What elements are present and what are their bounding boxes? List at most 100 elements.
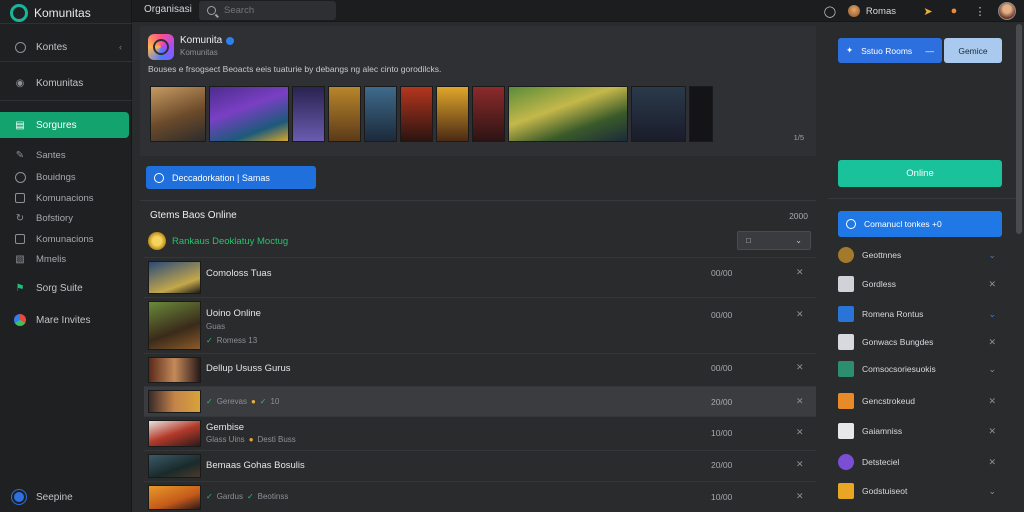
right-item[interactable]: Geottnnes ⌄ (838, 246, 1002, 264)
profile-description: Bouses e frsogsect Beoacts eeis tuaturie… (148, 64, 442, 74)
rooms-button-label: Sstuo Rooms (861, 45, 913, 56)
sidebar-item-sorgures[interactable]: ▤ Sorgures (0, 112, 129, 138)
item-icon (838, 276, 854, 292)
sidebar-subitem-santes[interactable]: ✎ Santes (0, 146, 132, 164)
chevron-down-icon[interactable]: ⌄ (988, 364, 996, 375)
gallery-image[interactable] (631, 86, 686, 142)
chevron-down-icon[interactable]: ⌄ (988, 309, 996, 320)
chevron-down-icon[interactable]: ⌄ (988, 250, 996, 261)
bookmark-icon: ▧ (15, 253, 25, 265)
divider (0, 61, 132, 62)
check-icon: ✓ (206, 492, 213, 501)
close-icon[interactable]: ✕ (988, 426, 996, 437)
sidebar-subitem-komunacions-2[interactable]: Komunacions (0, 230, 132, 248)
gallery-image[interactable] (292, 86, 325, 142)
right-item[interactable]: Godstuiseot ⌄ (838, 482, 1002, 500)
table-row[interactable]: Uoino Online Guas ✓ Romess 13 00/00 ✕ (144, 297, 816, 353)
notification-icon[interactable]: ◯ (822, 5, 838, 18)
close-icon[interactable]: ✕ (988, 457, 996, 468)
sidebar-item-kontes[interactable]: Kontes ‹ (0, 36, 132, 58)
brand-name: Komunitas (34, 6, 91, 20)
row-image (148, 390, 201, 413)
row-title: Gembise (206, 422, 245, 433)
close-icon[interactable]: ✕ (988, 396, 996, 407)
user-menu[interactable]: Romas (847, 5, 896, 17)
rooms-button[interactable]: ✦ Sstuo Rooms — (838, 38, 942, 63)
profile-avatar[interactable] (998, 2, 1016, 20)
table-row[interactable]: ✓ Gardus ✓ Beotinss 10/00 ✕ (144, 481, 816, 512)
gallery-image[interactable] (508, 86, 628, 142)
close-icon[interactable]: ✕ (988, 279, 996, 290)
gallery-image[interactable] (150, 86, 206, 142)
table-row[interactable]: Dellup Ususs Gurus 00/00 ✕ (144, 353, 816, 386)
table-row[interactable]: Bemaas Gohas Bosulis 20/00 ✕ (144, 450, 816, 481)
gallery-image[interactable] (328, 86, 361, 142)
sidebar-bottom-item[interactable]: Seepine (12, 490, 73, 504)
right-item-active[interactable]: Comanucl tonkes +0 (838, 211, 1002, 237)
close-icon[interactable]: ✕ (796, 427, 804, 438)
brand[interactable]: Komunitas (10, 4, 91, 22)
right-item[interactable]: Comsocsoriesuokis ⌄ (838, 360, 1002, 378)
medal-icon: ● (248, 435, 254, 444)
close-icon[interactable]: ✕ (988, 337, 996, 348)
decoration-button[interactable]: Deccadorkation | Samas (146, 166, 316, 189)
close-icon[interactable]: ✕ (796, 396, 804, 407)
star-icon: ✦ (846, 45, 854, 55)
right-item[interactable]: Gonwacs Bungdes ✕ (838, 333, 1002, 351)
chevron-down-icon: ⌄ (795, 236, 802, 245)
item-icon (838, 393, 854, 409)
table-row[interactable]: Comoloss Tuas 00/00 ✕ (144, 257, 816, 297)
sidebar-subitem-mmelis[interactable]: ▧ Mmelis (0, 250, 132, 268)
gallery-image[interactable] (472, 86, 505, 142)
topbar: Organisasi ◯ Romas ➤ ● ⋮ (132, 0, 1024, 22)
search-input[interactable] (224, 5, 324, 16)
row-meta-text: Beotinss (257, 492, 289, 501)
chevron-down-icon[interactable]: ⌄ (988, 486, 996, 497)
sidebar-subitem-bouidngs[interactable]: Bouidngs (0, 168, 132, 186)
right-item[interactable]: Gordless ✕ (838, 275, 1002, 293)
check-icon: ✓ (259, 397, 267, 406)
close-icon[interactable]: ✕ (796, 491, 804, 502)
row-image (148, 357, 201, 383)
close-icon[interactable]: ✕ (796, 459, 804, 470)
row-time: 00/00 (711, 268, 733, 278)
more-vertical-icon[interactable]: ⋮ (972, 5, 988, 18)
close-icon[interactable]: ✕ (796, 362, 804, 373)
right-item[interactable]: Gencstrokeud ✕ (838, 392, 1002, 410)
rocket-icon[interactable]: ➤ (920, 5, 936, 18)
badge-icon[interactable]: ● (946, 5, 962, 17)
right-item[interactable]: Gaiamniss ✕ (838, 422, 1002, 440)
row-title: Uoino Online (206, 308, 261, 319)
gallery-image[interactable] (400, 86, 433, 142)
sidebar-item-mare-invites[interactable]: Mare Invites (0, 309, 132, 331)
online-button[interactable]: Online (838, 160, 1002, 187)
gallery-pager[interactable]: 1/5 (794, 133, 804, 142)
right-item-label: Geottnnes (862, 250, 902, 260)
close-icon[interactable]: ✕ (796, 267, 804, 278)
chevron-left-icon[interactable]: ‹ (119, 42, 122, 52)
rank-group-label: Rankaus Deoklatuy Moctug (172, 235, 289, 247)
item-icon (838, 454, 854, 470)
filter-dropdown[interactable]: □ ⌄ (737, 231, 811, 250)
gallery-image[interactable] (364, 86, 397, 142)
sidebar-subitem-komunacions[interactable]: Komunacions (0, 189, 132, 207)
scrollbar[interactable] (1016, 24, 1022, 234)
search-box[interactable] (199, 1, 336, 20)
gemice-button[interactable]: Gemice (944, 38, 1002, 63)
sidebar-item-label: Sorg Suite (36, 282, 83, 294)
right-item[interactable]: Romena Rontus ⌄ (838, 305, 1002, 323)
row-image (148, 301, 201, 350)
flag-icon: ⚑ (15, 282, 25, 294)
right-item[interactable]: Detsteciel ✕ (838, 453, 1002, 471)
gallery-image[interactable] (436, 86, 469, 142)
close-icon[interactable]: ✕ (796, 309, 804, 320)
gallery-image[interactable] (689, 86, 713, 142)
table-row[interactable]: ✓ Gerevas ● ✓ 10 20/00 ✕ (144, 386, 816, 416)
sidebar-subitem-label: Bofstiory (36, 212, 73, 224)
sidebar-item-sorg-suite[interactable]: ⚑ Sorg Suite (0, 277, 132, 299)
sidebar-subitem-bofstiory[interactable]: ↻ Bofstiory (0, 209, 132, 227)
sidebar-item-komunitas[interactable]: ◉ Komunitas (0, 72, 132, 94)
gallery-image[interactable] (209, 86, 289, 142)
list-icon (14, 192, 26, 204)
table-row[interactable]: Gembise Glass Uins ● Desti Buss 10/00 ✕ (144, 416, 816, 450)
